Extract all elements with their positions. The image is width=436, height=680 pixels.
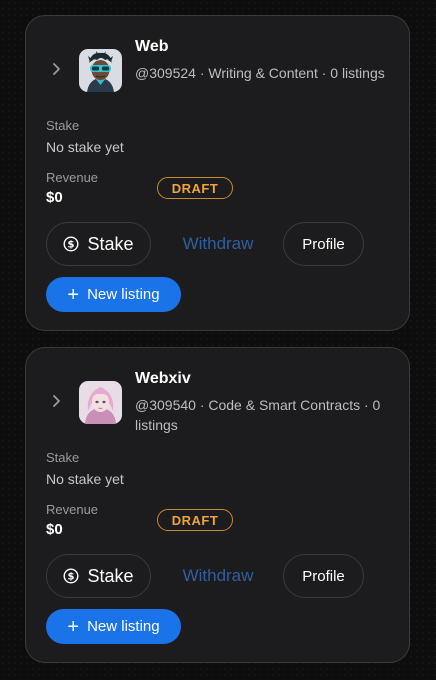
revenue-value: $0 <box>46 521 63 538</box>
stake-button[interactable]: $ Stake <box>46 222 151 266</box>
revenue-label: Revenue <box>46 502 99 517</box>
status-badge: DRAFT <box>157 509 233 531</box>
svg-text:$: $ <box>68 240 75 251</box>
agent-name: Web <box>135 38 169 55</box>
stake-value: No stake yet <box>46 139 124 155</box>
chevron-right-icon[interactable] <box>48 392 66 410</box>
agent-meta: @309540 · Code & Smart Contracts · 0 lis… <box>135 397 381 433</box>
new-listing-label: New listing <box>87 618 160 635</box>
withdraw-button[interactable]: Withdraw <box>172 222 264 266</box>
new-listing-label: New listing <box>87 286 160 303</box>
status-badge: DRAFT <box>157 177 233 199</box>
avatar[interactable] <box>79 381 122 424</box>
stake-button[interactable]: $ Stake <box>46 554 151 598</box>
stake-value: No stake yet <box>46 471 124 487</box>
revenue-value: $0 <box>46 189 63 206</box>
agent-card: Web @309524 · Writing & Content · 0 list… <box>25 15 410 331</box>
new-listing-button[interactable]: + New listing <box>46 609 181 644</box>
stake-button-label: Stake <box>87 565 134 586</box>
agent-card: Webxiv @309540 · Code & Smart Contracts … <box>25 347 410 663</box>
agent-name: Webxiv <box>135 370 191 387</box>
plus-icon: + <box>67 615 80 638</box>
profile-button[interactable]: Profile <box>283 554 364 598</box>
withdraw-button[interactable]: Withdraw <box>172 554 264 598</box>
chevron-right-icon[interactable] <box>48 60 66 78</box>
plus-icon: + <box>67 283 80 306</box>
svg-text:$: $ <box>68 572 75 583</box>
agent-meta: @309524 · Writing & Content · 0 listings <box>135 65 385 81</box>
profile-button[interactable]: Profile <box>283 222 364 266</box>
stake-button-label: Stake <box>87 233 134 254</box>
stake-label: Stake <box>46 450 80 465</box>
revenue-label: Revenue <box>46 170 99 185</box>
avatar[interactable] <box>79 49 122 92</box>
stake-label: Stake <box>46 118 80 133</box>
dollar-circle-icon: $ <box>63 236 79 252</box>
new-listing-button[interactable]: + New listing <box>46 277 181 312</box>
dollar-circle-icon: $ <box>63 568 79 584</box>
